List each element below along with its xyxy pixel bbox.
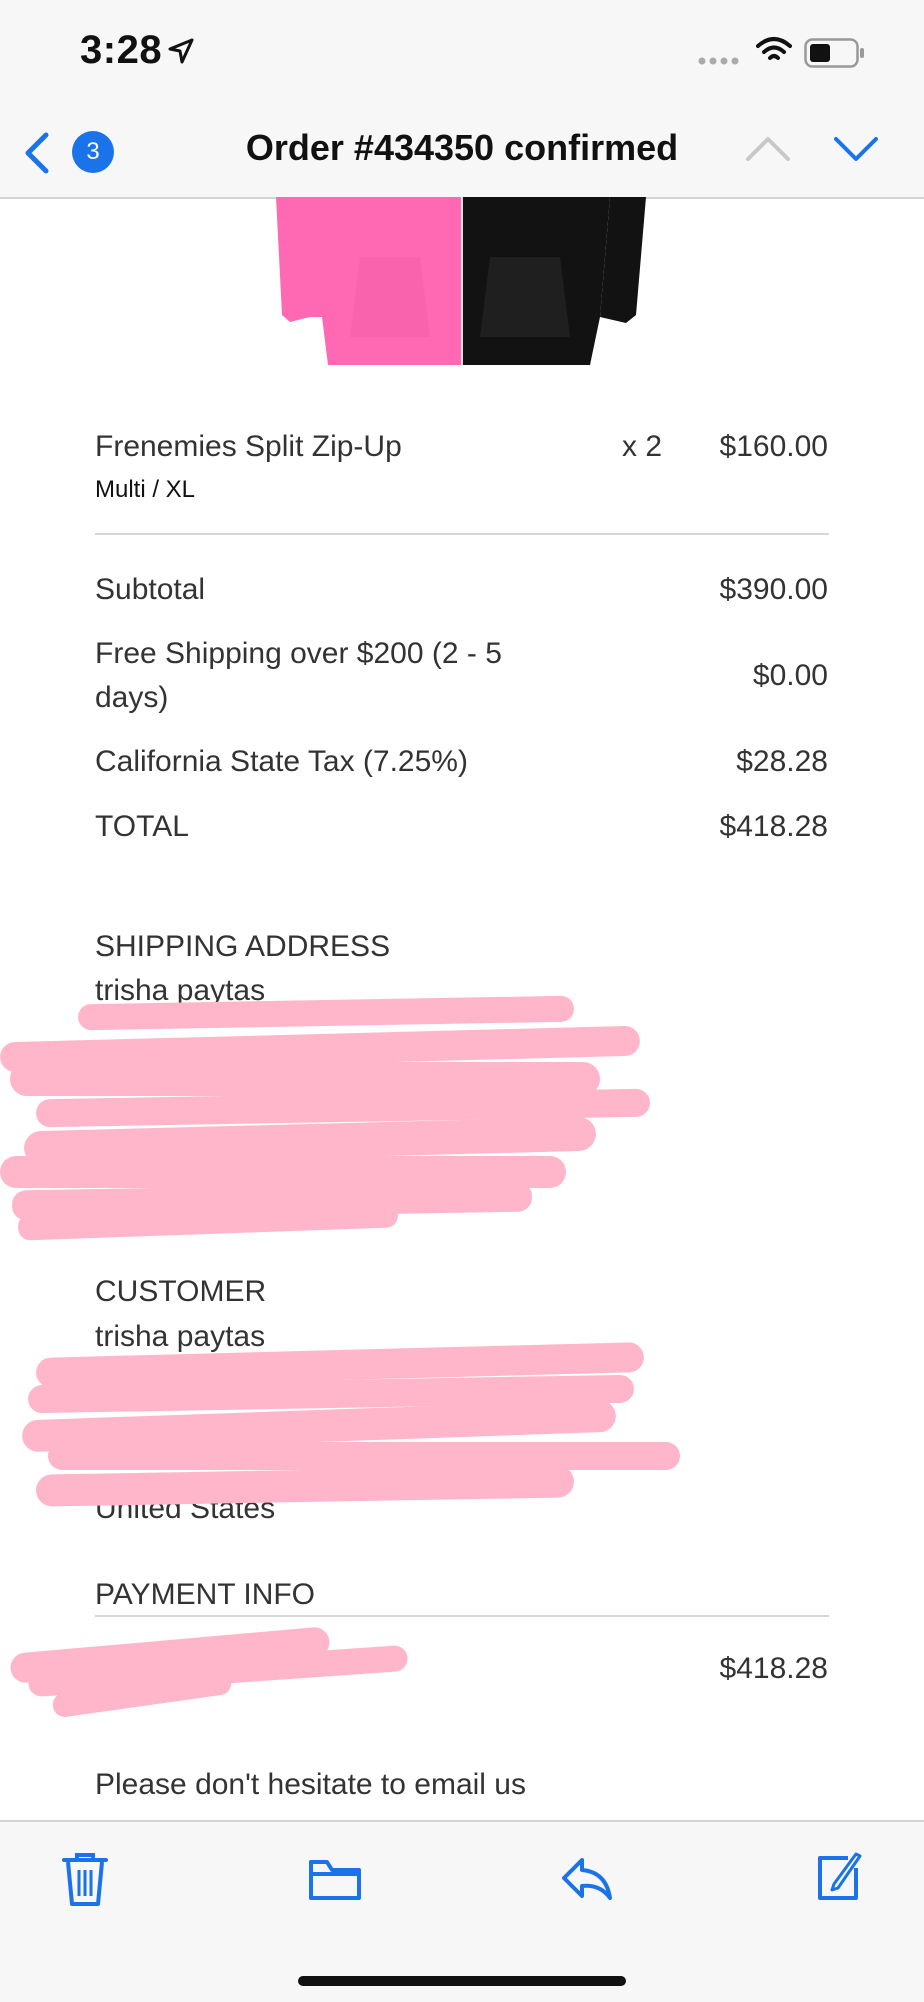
compose-icon[interactable] xyxy=(812,1852,862,1902)
nav-bar: 3 Order #434350 confirmed xyxy=(0,105,924,199)
line-item-price: $160.00 xyxy=(719,430,828,463)
line-item-variant: Multi / XL xyxy=(95,476,196,503)
status-bar: 3:28 xyxy=(0,0,924,105)
status-time: 3:28 xyxy=(80,28,163,72)
customer-heading: CUSTOMER xyxy=(95,1275,267,1308)
shipping-label-line2: days) xyxy=(95,681,169,714)
reply-icon[interactable] xyxy=(560,1856,614,1902)
payment-info-heading: PAYMENT INFO xyxy=(95,1578,316,1611)
shipping-address-heading: SHIPPING ADDRESS xyxy=(95,930,391,963)
home-indicator xyxy=(298,1976,626,1986)
signal-icon xyxy=(698,57,739,65)
product-image xyxy=(276,197,646,365)
subtotal-label: Subtotal xyxy=(95,573,206,606)
payment-amount: $418.28 xyxy=(719,1652,828,1685)
chevron-up-icon[interactable] xyxy=(744,133,792,165)
customer-name: trisha paytas xyxy=(95,1320,266,1353)
shipping-label-line1: Free Shipping over $200 (2 - 5 xyxy=(95,637,502,670)
location-arrow-icon xyxy=(168,38,194,64)
line-item-name: Frenemies Split Zip-Up xyxy=(95,430,402,463)
divider xyxy=(95,533,829,535)
subtotal-value: $390.00 xyxy=(719,573,828,606)
divider xyxy=(95,1615,829,1617)
total-label: TOTAL xyxy=(95,810,189,843)
footer-message: Please don't hesitate to email us xyxy=(95,1768,526,1801)
total-value: $418.28 xyxy=(719,810,828,843)
tax-label: California State Tax (7.25%) xyxy=(95,745,468,778)
folder-icon[interactable] xyxy=(308,1858,362,1902)
tax-value: $28.28 xyxy=(736,745,828,778)
bottom-toolbar xyxy=(0,1820,924,2002)
wifi-icon xyxy=(756,37,792,60)
chevron-down-icon[interactable] xyxy=(832,133,880,165)
shipping-value: $0.00 xyxy=(752,659,828,692)
trash-icon[interactable] xyxy=(62,1852,108,1908)
battery-icon xyxy=(804,38,864,68)
